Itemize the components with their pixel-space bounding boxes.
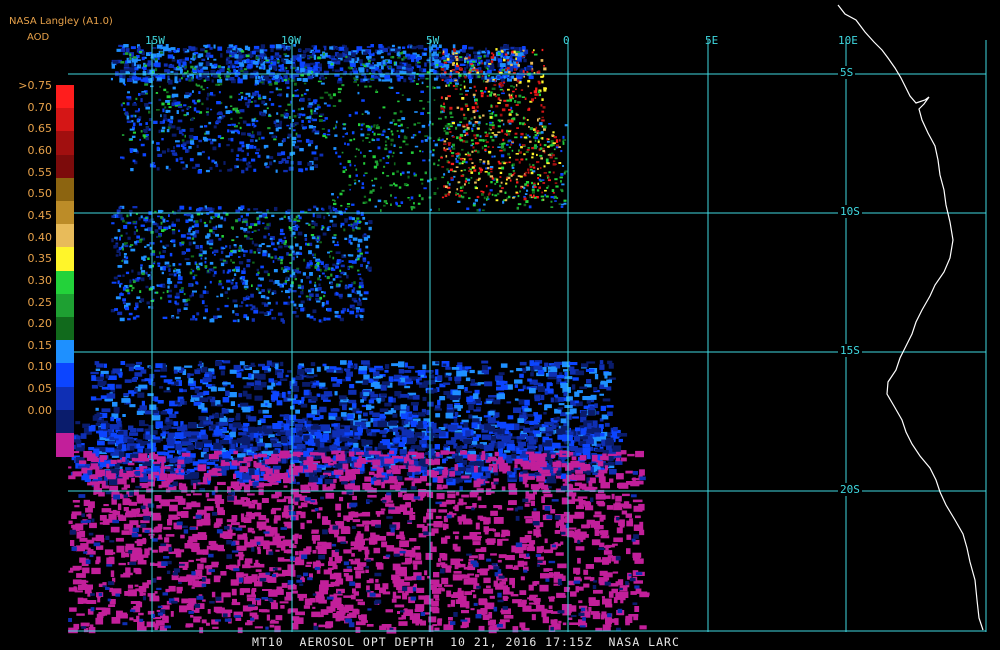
legend-tick-label: 0.15 xyxy=(27,338,53,352)
legend-swatch xyxy=(56,433,74,457)
legend-units-label: AOD xyxy=(27,32,50,43)
legend-swatch xyxy=(56,386,74,411)
legend-tick-label: 0.45 xyxy=(27,208,53,222)
legend-tick-label: 0.40 xyxy=(27,230,53,244)
longitude-label: 15W xyxy=(145,34,165,47)
legend-swatch xyxy=(56,224,74,248)
legend-swatch xyxy=(56,270,74,295)
aod-map xyxy=(68,4,987,634)
legend-swatch xyxy=(56,247,74,272)
latitude-label: 15S xyxy=(838,344,862,357)
legend-tick-label: 0.50 xyxy=(27,187,53,201)
legend-swatch xyxy=(56,317,74,341)
latitude-label: 5S xyxy=(838,66,856,79)
legend-tick-label: 0.60 xyxy=(27,143,53,157)
longitude-label: 10E xyxy=(838,34,858,47)
longitude-label: 10W xyxy=(281,34,301,47)
legend-swatch xyxy=(56,409,74,434)
latitude-label: 10S xyxy=(838,205,862,218)
legend-tick-label: 0.70 xyxy=(27,100,53,114)
legend-tick-label: 0.55 xyxy=(27,165,53,179)
legend-tick-label: 0.25 xyxy=(27,295,53,309)
legend-swatch xyxy=(56,293,74,318)
legend-swatch xyxy=(56,177,74,202)
aod-data-layer xyxy=(68,44,650,634)
legend-swatch xyxy=(56,108,74,132)
legend-swatch xyxy=(56,363,74,388)
latitude-label: 20S xyxy=(838,483,862,496)
legend-swatch xyxy=(56,154,74,179)
legend-tick-label: 0.65 xyxy=(27,122,53,136)
legend-tick-label: 0.00 xyxy=(27,403,53,417)
legend-source-label: NASA Langley (A1.0) xyxy=(9,16,113,27)
legend-tick-label: 0.05 xyxy=(27,382,53,396)
coastline xyxy=(837,4,984,631)
longitude-label: 0 xyxy=(563,34,570,47)
legend-tick-label: >0.75 xyxy=(18,79,52,92)
legend-swatch xyxy=(56,201,74,225)
legend-swatch xyxy=(56,340,74,364)
legend-tick-label: 0.10 xyxy=(27,360,53,374)
legend-tick-label: 0.35 xyxy=(27,252,53,266)
longitude-label: 5E xyxy=(705,34,719,47)
image-caption: MT10 AEROSOL OPT DEPTH 10 21, 2016 17:15… xyxy=(252,635,680,649)
longitude-label: 5W xyxy=(426,34,440,47)
legend-swatch xyxy=(56,131,74,156)
graticule xyxy=(68,40,987,632)
legend-swatch xyxy=(56,85,74,109)
legend-tick-label: 0.30 xyxy=(27,273,53,287)
legend-tick-label: 0.20 xyxy=(27,317,53,331)
